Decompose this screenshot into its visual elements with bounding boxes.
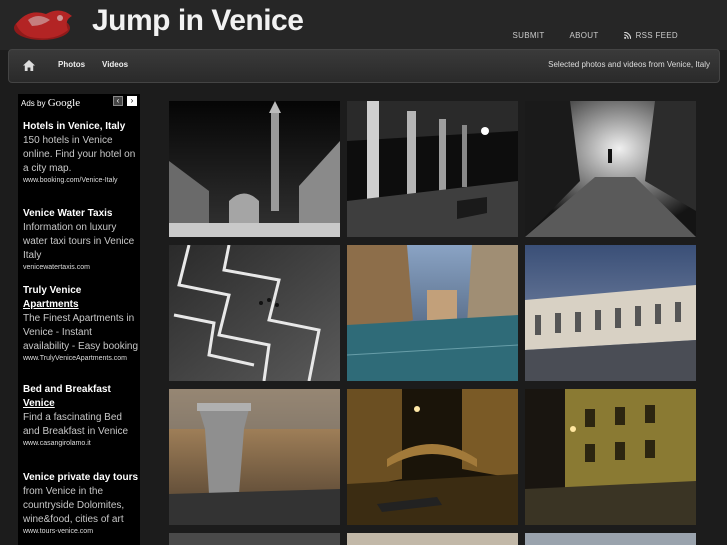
ad-item[interactable]: Venice Water Taxis Information on luxury… <box>23 207 139 273</box>
site-header: Jump in Venice SUBMIT ABOUT RSS FEED <box>0 0 727 50</box>
ad-title-line: Truly Venice <box>23 285 82 296</box>
ad-url[interactable]: www.casangirolamo.it <box>23 439 139 449</box>
ad-item[interactable]: Hotels in Venice, Italy 150 hotels in Ve… <box>23 120 139 186</box>
procuratie-dusk-photo[interactable] <box>525 245 696 381</box>
nav-videos[interactable]: Videos <box>102 60 128 69</box>
prev-ad-icon[interactable]: ‹ <box>113 96 123 106</box>
ad-desc: 150 hotels in Venice online. Find your h… <box>23 135 136 174</box>
ad-title[interactable]: Hotels in Venice, Italy <box>23 120 139 134</box>
photo-thumbnail[interactable] <box>169 533 340 545</box>
ad-title[interactable]: Bed and Breakfast Venice <box>23 383 139 411</box>
nav-photos[interactable]: Photos <box>58 60 85 69</box>
foggy-street-silhouette-photo[interactable] <box>525 101 696 237</box>
flooded-square-photo[interactable] <box>347 245 518 381</box>
photo-thumbnail[interactable] <box>347 533 518 545</box>
home-icon[interactable] <box>22 59 36 72</box>
top-links: SUBMIT ABOUT RSS FEED <box>512 31 727 40</box>
rss-icon <box>623 32 631 39</box>
nav-tagline: Selected photos and videos from Venice, … <box>548 60 710 69</box>
google-brand: Google <box>47 97 81 109</box>
ad-desc: Find a fascinating Bed and Breakfast in … <box>23 412 129 437</box>
arcade-columns-night-photo[interactable] <box>347 101 518 237</box>
ad-title-line: Bed and Breakfast <box>23 384 111 395</box>
ad-url[interactable]: www.booking.com/Venice-Italy <box>23 176 139 186</box>
site-title[interactable]: Jump in Venice <box>92 4 304 38</box>
ad-title[interactable]: Venice private day tours <box>23 471 139 485</box>
rss-feed-link[interactable]: RSS FEED <box>623 31 703 40</box>
ad-title-line: Venice <box>23 398 55 409</box>
ad-url[interactable]: www.TrulyVeniceApartments.com <box>23 354 139 364</box>
ad-title[interactable]: Venice Water Taxis <box>23 207 139 221</box>
about-link[interactable]: ABOUT <box>570 31 599 40</box>
square-pavement-pattern-photo[interactable] <box>169 245 340 381</box>
ad-url[interactable]: venicewatertaxis.com <box>23 263 139 273</box>
ad-title[interactable]: Truly Venice Apartments <box>23 284 139 312</box>
ad-desc: The Finest Apartments in Venice - Instan… <box>23 313 139 352</box>
rss-feed-label: RSS FEED <box>635 31 678 40</box>
google-ads-sidebar: Ads by Google ‹ › Hotels in Venice, Ital… <box>18 94 140 545</box>
st-marks-square-night-photo[interactable] <box>169 101 340 237</box>
ad-url[interactable]: www.tours-venice.com <box>23 527 139 537</box>
submit-link[interactable]: SUBMIT <box>512 31 544 40</box>
ad-desc: Information on luxury water taxi tours i… <box>23 222 135 261</box>
ads-by-label: Ads by <box>21 99 46 108</box>
photo-thumbnail[interactable] <box>525 533 696 545</box>
canal-bridge-night-photo[interactable] <box>347 389 518 525</box>
ad-item[interactable]: Venice private day tours from Venice in … <box>23 471 139 537</box>
next-ad-icon[interactable]: › <box>127 96 137 106</box>
ads-by-google[interactable]: Ads by Google <box>21 97 80 109</box>
ad-desc: from Venice in the countryside Dolomites… <box>23 486 125 525</box>
ad-item[interactable]: Truly Venice Apartments The Finest Apartm… <box>23 284 139 371</box>
ad-item[interactable]: Bed and Breakfast Venice Find a fascinati… <box>23 383 139 449</box>
yellow-facade-night-photo[interactable] <box>525 389 696 525</box>
ad-title-line: Apartments <box>23 299 79 310</box>
well-head-photo[interactable] <box>169 389 340 525</box>
site-logo[interactable] <box>8 2 82 46</box>
main-nav: Photos Videos Selected photos and videos… <box>8 49 720 83</box>
